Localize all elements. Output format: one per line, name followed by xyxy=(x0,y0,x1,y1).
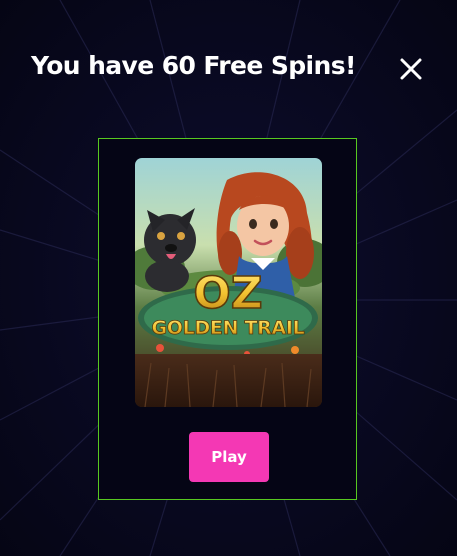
close-icon xyxy=(400,58,422,80)
close-button[interactable] xyxy=(398,56,424,82)
game-card: OZ GOLDEN TRAIL Play xyxy=(98,138,357,500)
free-spins-modal: You have 60 Free Spins! OZ GOLDEN TRAIL … xyxy=(0,0,457,556)
modal-title: You have 60 Free Spins! xyxy=(31,51,356,80)
game-logo-oz: OZ xyxy=(193,268,262,319)
play-button[interactable]: Play xyxy=(189,432,269,482)
game-logo-subtitle: GOLDEN TRAIL xyxy=(152,317,305,339)
oz-golden-trail-artwork: OZ GOLDEN TRAIL xyxy=(135,158,322,407)
game-thumbnail[interactable]: OZ GOLDEN TRAIL xyxy=(135,158,322,407)
